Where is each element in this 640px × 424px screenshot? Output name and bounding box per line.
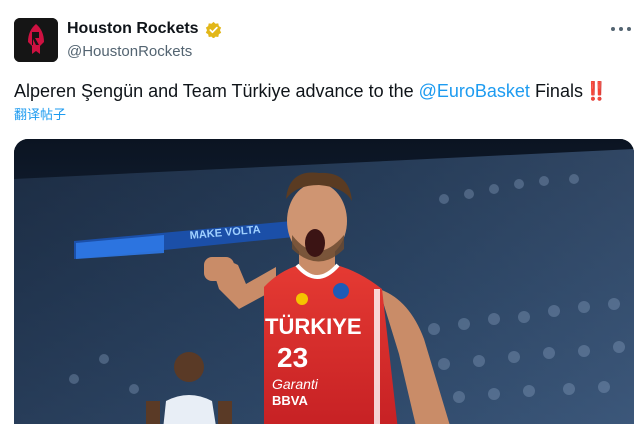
eurobasket-mention-link[interactable]: @EuroBasket	[419, 81, 530, 101]
jersey-number: 23	[277, 342, 308, 373]
rockets-logo-icon[interactable]	[14, 18, 58, 62]
sponsor-line1: Garanti	[272, 376, 319, 392]
tweet-card: Houston Rockets @HoustonRockets Alperen …	[0, 0, 640, 424]
translate-post-link[interactable]: 翻译帖子	[14, 106, 66, 124]
display-name[interactable]: Houston Rockets	[67, 19, 199, 39]
more-options-icon[interactable]	[611, 22, 631, 36]
post-image[interactable]: MAKE VOLTA TÜRKIYE 23 Garanti BBVA	[14, 139, 634, 424]
post-text-suffix: Finals	[529, 81, 583, 101]
post-text-prefix: Alperen Şengün and Team Türkiye advance …	[14, 81, 419, 101]
double-exclamation-icon: ‼️	[584, 81, 608, 101]
account-handle[interactable]: @HoustonRockets	[67, 42, 192, 62]
post-text: Alperen Şengün and Team Türkiye advance …	[14, 79, 607, 103]
sponsor-line2: BBVA	[272, 393, 308, 408]
jersey-text: TÜRKIYE	[265, 314, 362, 339]
verified-badge-icon	[205, 21, 222, 38]
